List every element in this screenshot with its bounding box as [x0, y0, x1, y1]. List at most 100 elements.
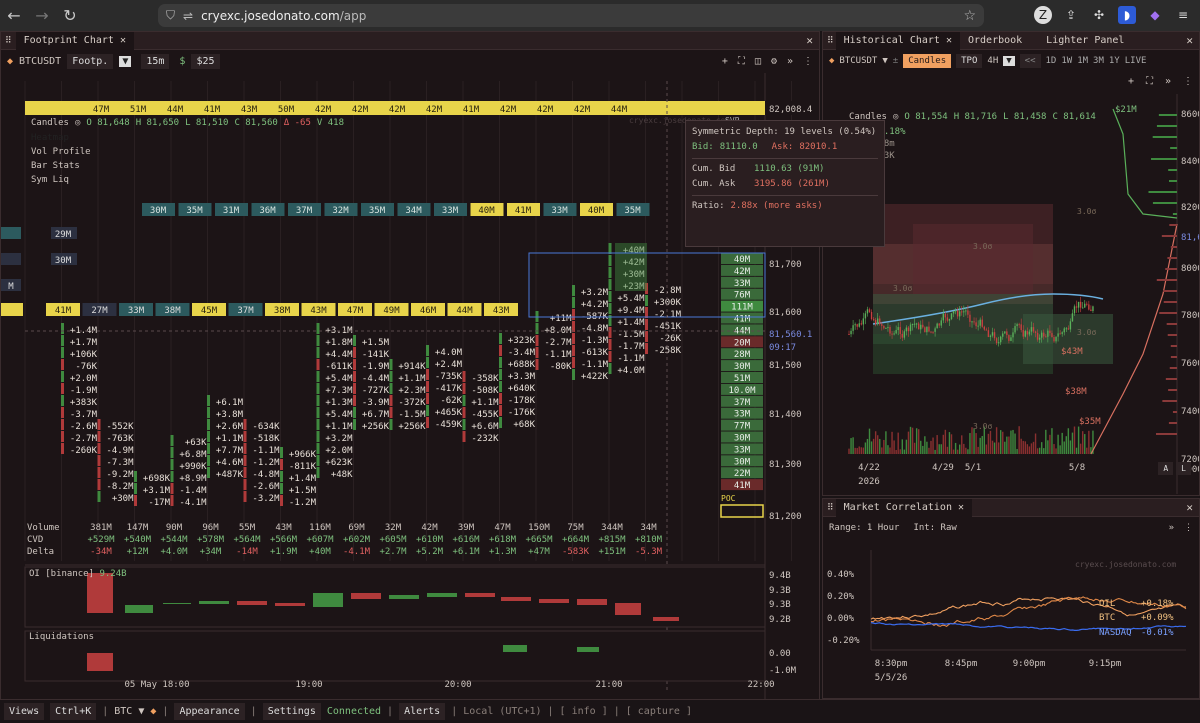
interval-select[interactable]: Int: Raw [913, 523, 956, 533]
close-tab-icon[interactable]: ✕ [958, 502, 964, 513]
footprint-cell: +6.6M [471, 422, 499, 432]
more-icon[interactable]: ⋮ [1184, 523, 1193, 533]
close-panel-icon[interactable]: ✕ [806, 34, 813, 47]
bookmark-star-icon[interactable]: ☆ [963, 8, 976, 24]
btc-select[interactable]: BTC ▼ [114, 706, 144, 717]
address-bar[interactable]: ⛉ ⇌ cryexc.josedonato.com/app ☆ [158, 4, 984, 27]
tab-lighter-panel[interactable]: Lighter Panel [1038, 32, 1132, 50]
step-select[interactable]: $25 [191, 53, 220, 69]
extensions-icon[interactable]: ✣ [1090, 6, 1108, 24]
expand-icon[interactable]: » [787, 56, 793, 67]
hist-price-label: 82000 [1181, 203, 1199, 213]
layer-sym-liq[interactable]: Sym Liq [31, 173, 91, 187]
tab-market-correlation[interactable]: Market Correlation ✕ [835, 498, 973, 517]
interval-select[interactable]: 15m [141, 53, 170, 69]
range-1y[interactable]: 1Y [1109, 56, 1120, 66]
legend-name: NASDAQ [1099, 628, 1132, 638]
info-link[interactable]: [ info ] [560, 706, 608, 717]
interval-label[interactable]: 4H [987, 56, 998, 66]
scale-log-button[interactable]: L [1176, 462, 1191, 475]
low-strip-label: 27M [91, 306, 108, 316]
layer-vol-profile[interactable]: Vol Profile [31, 145, 91, 159]
legend-value: +0.09% [1141, 613, 1174, 623]
correlation-chart[interactable]: cryexc.josedonato.com 0.40% 0.20% 0.00% -0.2… [823, 540, 1199, 700]
drag-handle-icon[interactable]: ⠿ [827, 36, 834, 46]
bitwarden-icon[interactable]: ◗ [1118, 6, 1136, 24]
tooltip-ask: 82010.1 [799, 142, 838, 152]
tab-footprint-chart[interactable]: Footprint Chart ✕ [15, 31, 134, 50]
range-1w[interactable]: 1W [1061, 56, 1072, 66]
capture-link[interactable]: [ capture ] [626, 706, 692, 717]
close-tab-icon[interactable]: ✕ [946, 35, 952, 46]
extension-z-icon[interactable]: Z [1034, 6, 1052, 24]
mode-dropdown-icon[interactable]: ▼ [119, 55, 132, 67]
forward-icon[interactable]: → [28, 6, 56, 25]
candle-body [1073, 306, 1076, 314]
close-panel-icon[interactable]: ✕ [1186, 34, 1193, 47]
symbol-label[interactable]: BTCUSDT [19, 56, 61, 67]
share-icon[interactable]: ⇪ [1062, 6, 1080, 24]
range-3m[interactable]: 3M [1093, 56, 1104, 66]
volume-bar [1018, 426, 1020, 454]
interval-dropdown-icon[interactable]: ▼ [1003, 56, 1015, 66]
volume-bar [956, 449, 959, 454]
fullscreen-icon[interactable]: ⛶ [1146, 76, 1153, 87]
scale-auto-button[interactable]: A [1158, 462, 1174, 475]
close-tab-icon[interactable]: ✕ [120, 35, 126, 46]
stats-cell: +602M [343, 535, 371, 545]
close-panel-icon[interactable]: ✕ [1186, 501, 1193, 514]
back-icon[interactable]: ← [0, 6, 28, 25]
range-1d[interactable]: 1D [1046, 56, 1057, 66]
more-icon[interactable]: ⋮ [803, 56, 813, 67]
command-shortcut[interactable]: Ctrl+K [50, 703, 97, 720]
layer-heatmap[interactable]: Heatmap [31, 131, 91, 145]
layer-bar-stats[interactable]: Bar Stats [31, 159, 91, 173]
drag-handle-icon[interactable]: ⠿ [5, 36, 12, 46]
candle-body [1030, 327, 1033, 332]
mode-select[interactable]: Footp. [67, 53, 114, 69]
cell-bar [608, 255, 612, 266]
candle-body [950, 313, 953, 320]
views-button[interactable]: Views [4, 703, 45, 720]
mode-candles[interactable]: Candles [903, 54, 952, 68]
site-settings-icon[interactable]: ⇌ [183, 9, 193, 23]
camera-icon[interactable]: ◫ [755, 56, 761, 67]
vp-label: 51M [734, 374, 751, 384]
mode-tpo[interactable]: TPO [956, 54, 983, 68]
volume-bar [874, 431, 877, 454]
footprint-cell: +7.3M [325, 386, 353, 396]
appearance-button[interactable]: Appearance [174, 703, 245, 720]
tab-orderbook[interactable]: Orderbook [960, 32, 1030, 50]
timezone-label[interactable]: Local (UTC+1) [463, 706, 541, 717]
more-icon[interactable]: ⋮ [1183, 76, 1193, 87]
alerts-button[interactable]: Alerts [399, 703, 446, 720]
footprint-cell: +990K [179, 462, 207, 472]
add-indicator-icon[interactable]: ± [893, 56, 898, 66]
settings-button[interactable]: Settings [262, 703, 321, 720]
range-1m[interactable]: 1M [1077, 56, 1088, 66]
add-icon[interactable]: + [722, 56, 728, 67]
tab-historical-chart[interactable]: Historical Chart ✕ [835, 31, 960, 50]
gear-icon[interactable]: ⚙ [771, 56, 777, 67]
drag-handle-icon[interactable]: ⠿ [827, 503, 834, 513]
symbol-dropdown-icon[interactable]: ▼ [882, 56, 887, 66]
footprint-cell: +3.2M [581, 288, 609, 298]
fullscreen-icon[interactable]: ⛶ [738, 56, 745, 67]
menu-icon[interactable]: ≡ [1174, 6, 1192, 24]
footprint-cell: -552K [106, 422, 134, 432]
reload-icon[interactable]: ↻ [56, 6, 84, 25]
volume-bar [877, 435, 879, 454]
expand-icon[interactable]: » [1169, 523, 1174, 533]
range-select[interactable]: Range: 1 Hour [829, 523, 899, 533]
expand-icon[interactable]: » [1165, 76, 1171, 87]
back-button[interactable]: << [1019, 54, 1041, 68]
symbol-label[interactable]: BTCUSDT [839, 56, 877, 66]
eye-icon[interactable]: ◎ [75, 118, 80, 128]
footprint-cell: -455K [471, 410, 499, 420]
eye-icon[interactable]: ◎ [893, 112, 898, 122]
footprint-cell: -1.2M [252, 458, 280, 468]
footprint-cell: +11M [550, 314, 572, 324]
add-icon[interactable]: + [1128, 76, 1134, 87]
range-live[interactable]: LIVE [1125, 56, 1147, 66]
profile-icon[interactable]: ◆ [1146, 6, 1164, 24]
